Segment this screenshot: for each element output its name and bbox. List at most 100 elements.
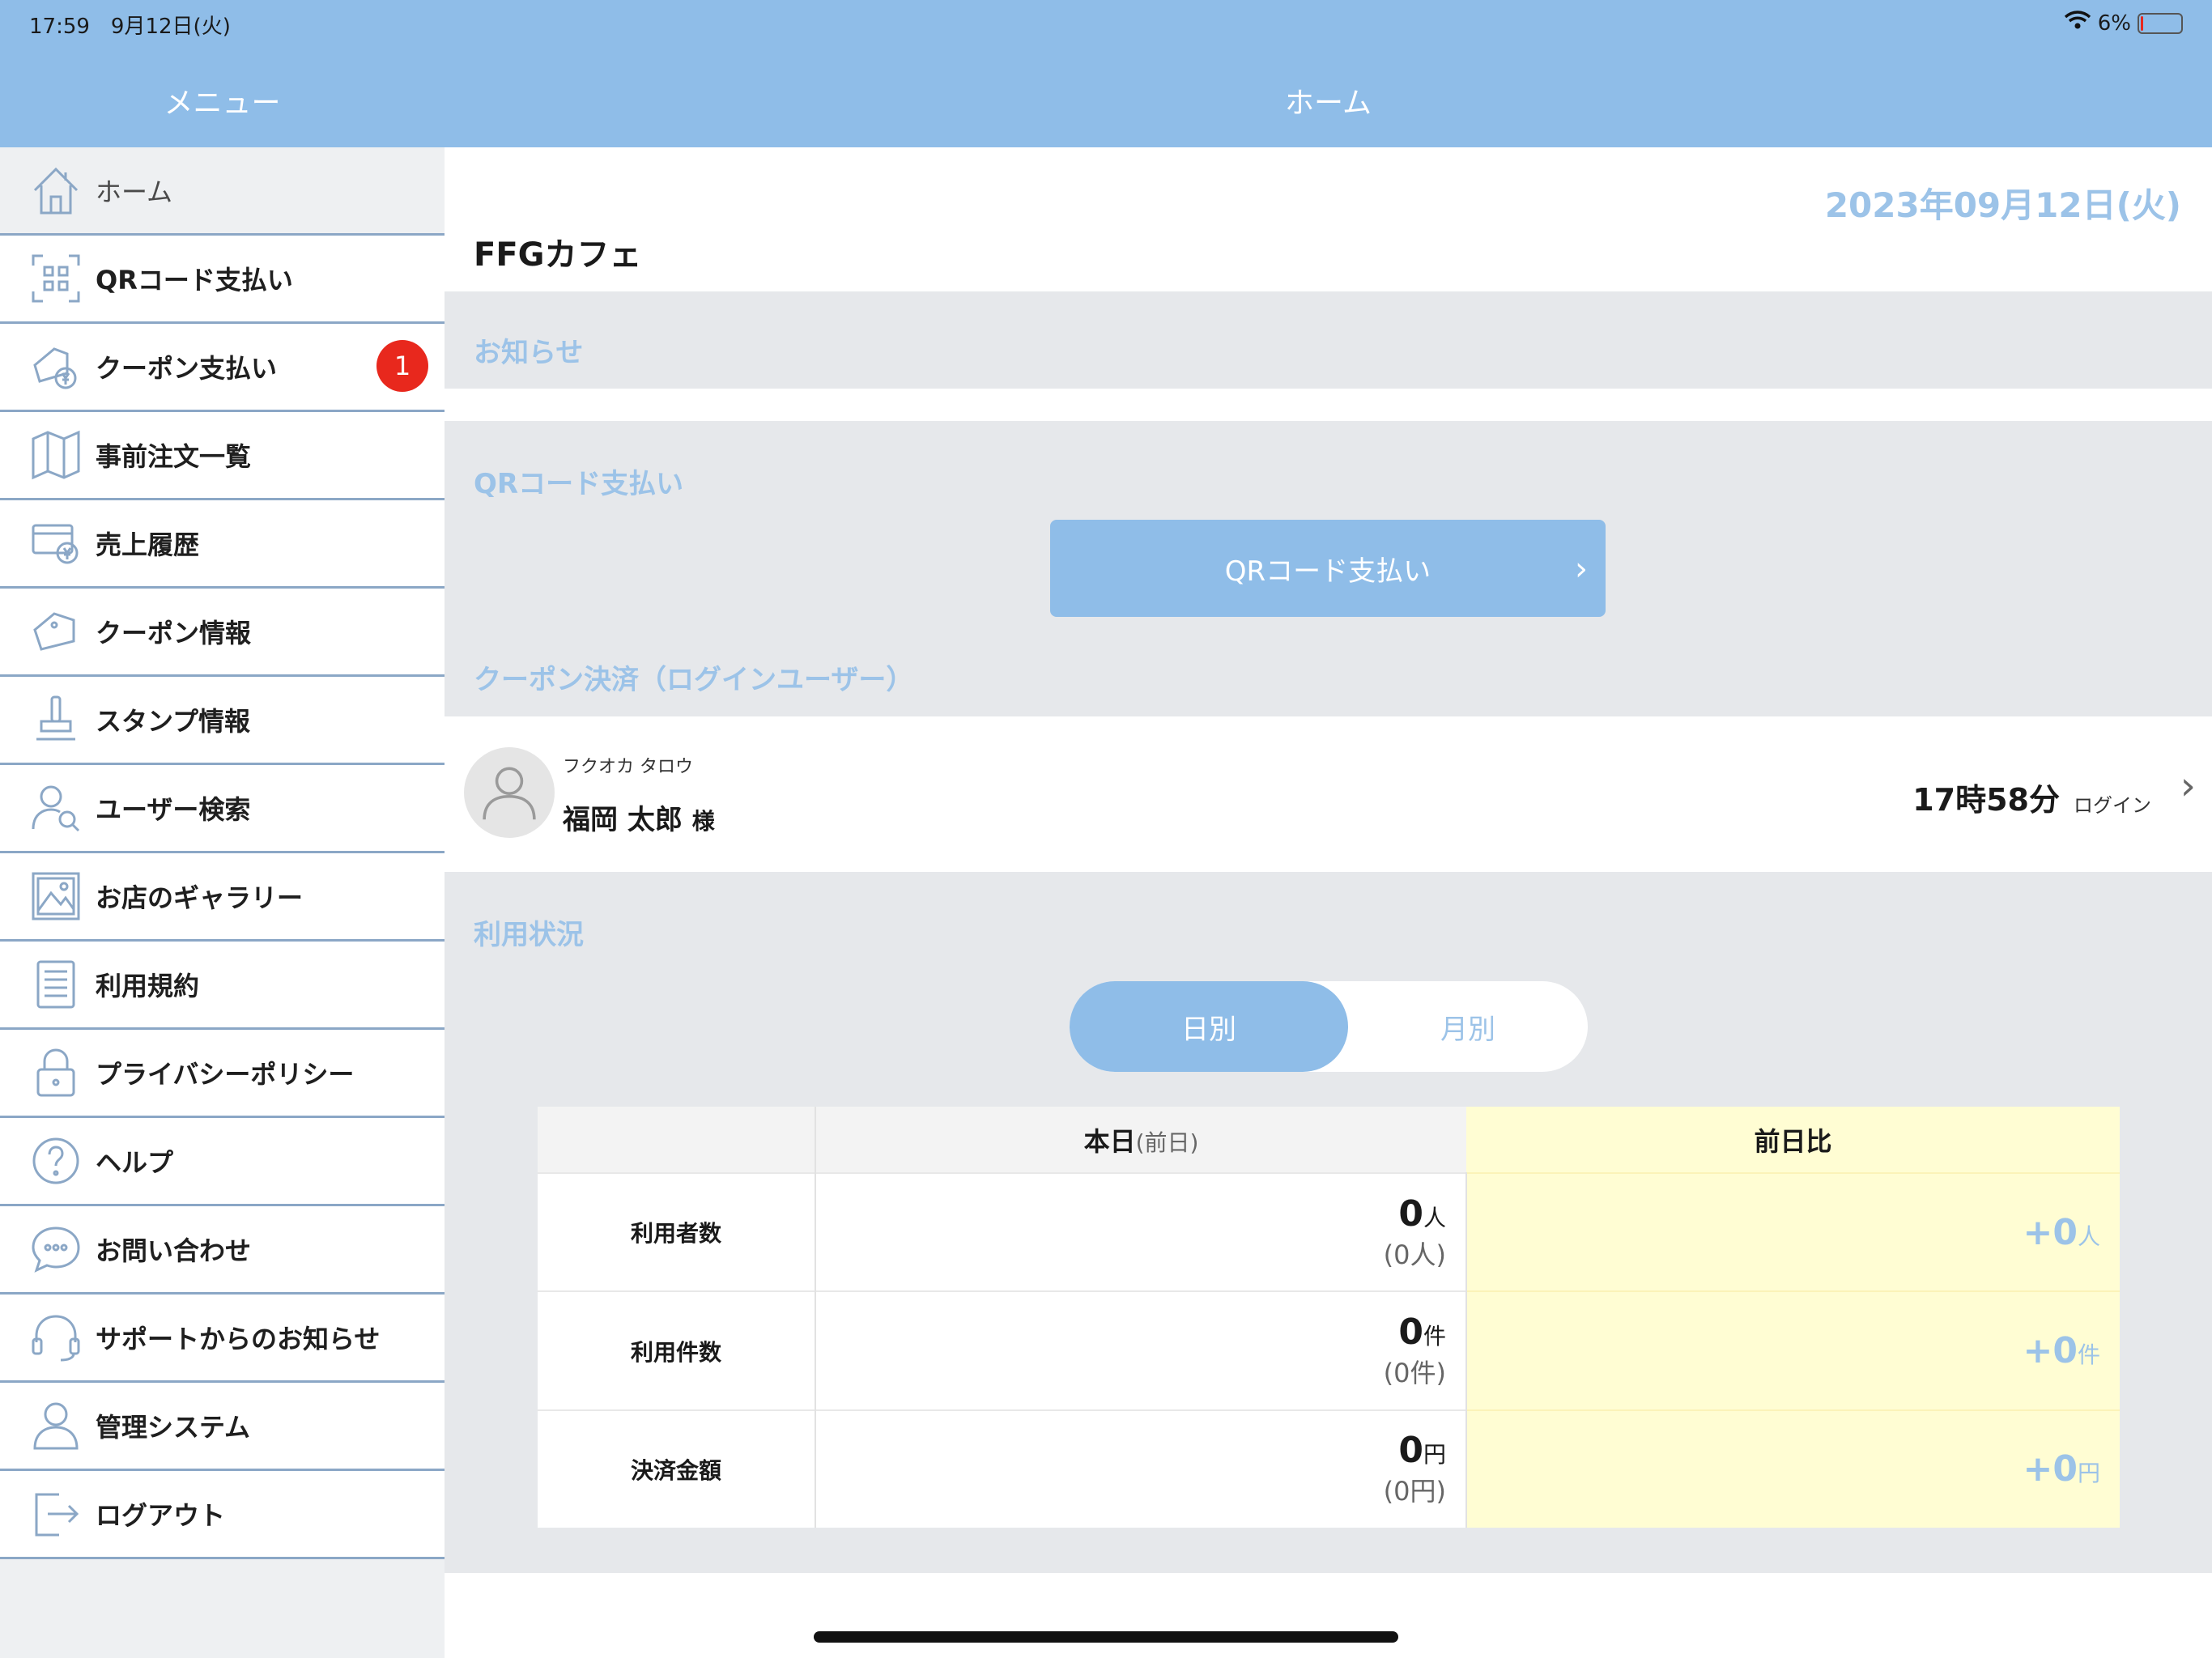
header-today-label: 本日: [1083, 1125, 1136, 1157]
qr-section-label: QRコード支払い: [474, 468, 684, 500]
login-label: ログイン: [2074, 794, 2151, 817]
qr-payment-button[interactable]: QRコード支払い ›: [1050, 520, 1606, 617]
compare-value-cell: +0円: [1466, 1409, 2120, 1528]
today-value: 0: [1398, 1192, 1423, 1235]
notice-section: お知らせ: [445, 291, 2212, 389]
sidebar-item-support-notices[interactable]: サポートからのお知らせ: [0, 1295, 445, 1383]
lock-icon: [28, 1044, 84, 1101]
user-name: 福岡 太郎 様: [563, 797, 715, 837]
prev-value: (0円): [1383, 1476, 1446, 1507]
table-header-row: 本日(前日) 前日比: [538, 1107, 2120, 1173]
sidebar-item-stamp-info[interactable]: スタンプ情報: [0, 677, 445, 765]
gallery-icon: [28, 868, 84, 925]
main-header: 6% ホーム: [445, 0, 2212, 147]
coupon-icon: [28, 603, 84, 660]
stamp-icon: [28, 691, 84, 748]
segment-monthly[interactable]: 月別: [1348, 981, 1588, 1072]
sidebar-item-qr-payment[interactable]: QRコード支払い: [0, 236, 445, 324]
logout-icon: [28, 1486, 84, 1542]
page-title: ホーム: [1285, 87, 1372, 120]
user-kana: フクオカ タロウ: [563, 757, 693, 777]
login-time: 17時58分: [1912, 782, 2060, 818]
map-icon: [28, 427, 84, 483]
shop-name: FFGカフェ: [474, 236, 642, 274]
today-value: 0: [1398, 1430, 1423, 1472]
usage-label: 利用状況: [474, 919, 584, 951]
table-header-compare: 前日比: [1466, 1107, 2120, 1173]
home-indicator[interactable]: [814, 1631, 1398, 1643]
document-icon: [28, 956, 84, 1013]
prev-value: (0件): [1383, 1358, 1446, 1389]
sidebar-item-user-search[interactable]: ユーザー検索: [0, 765, 445, 853]
sidebar-item-terms[interactable]: 利用規約: [0, 942, 445, 1030]
sidebar-item-label: お問い合わせ: [96, 1235, 252, 1266]
sidebar-item-gallery[interactable]: お店のギャラリー: [0, 853, 445, 942]
sidebar-item-contact[interactable]: お問い合わせ: [0, 1206, 445, 1295]
sidebar-item-preorders[interactable]: 事前注文一覧: [0, 412, 445, 500]
sidebar: 17:59 9月12日(火) メニュー ホーム QRコード支払い クーポン支払い…: [0, 0, 445, 1658]
today-unit: 人: [1423, 1204, 1446, 1231]
compare-value: +0: [2023, 1448, 2078, 1490]
chevron-right-icon: ›: [1575, 551, 1588, 588]
row-label: 利用者数: [538, 1171, 816, 1292]
table-row: 利用件数 0件 (0件) +0件: [538, 1290, 2120, 1410]
sidebar-item-admin-system[interactable]: 管理システム: [0, 1383, 445, 1471]
battery-icon: [2138, 12, 2183, 34]
sidebar-item-label: 利用規約: [96, 971, 200, 1001]
table-header-blank: [538, 1107, 816, 1173]
sidebar-item-label: プライバシーポリシー: [96, 1059, 355, 1090]
segment-daily[interactable]: 日別: [1070, 981, 1348, 1072]
header-prev-label: (前日): [1135, 1129, 1199, 1156]
chat-icon: [28, 1221, 84, 1278]
sidebar-item-label: 売上履歴: [96, 529, 200, 560]
table-row: 利用者数 0人 (0人) +0人: [538, 1171, 2120, 1292]
today-unit: 円: [1423, 1441, 1446, 1469]
sidebar-item-sales-history[interactable]: 売上履歴: [0, 500, 445, 589]
sidebar-item-label: ログアウト: [96, 1500, 226, 1531]
battery-level: [2141, 15, 2143, 31]
sidebar-item-label: スタンプ情報: [96, 706, 251, 737]
person-icon: [28, 1397, 84, 1454]
row-label: 決済金額: [538, 1409, 816, 1528]
sidebar-item-label: ユーザー検索: [96, 794, 251, 825]
period-segmented-control: 日別 月別: [1070, 981, 1588, 1072]
today-unit: 件: [1423, 1323, 1446, 1350]
sidebar-item-home[interactable]: ホーム: [0, 147, 445, 236]
sidebar-item-label: サポートからのお知らせ: [96, 1324, 381, 1354]
avatar: [464, 747, 555, 838]
headset-icon: [28, 1309, 84, 1366]
sidebar-item-label: 管理システム: [96, 1412, 251, 1443]
today-value-cell: 0人 (0人): [815, 1171, 1467, 1292]
qr-icon: [28, 250, 84, 307]
sidebar-item-logout[interactable]: ログアウト: [0, 1471, 445, 1559]
today-value-cell: 0円 (0円): [815, 1409, 1467, 1528]
current-date: 2023年09月12日(火): [1824, 185, 2181, 225]
sidebar-item-coupon-info[interactable]: クーポン情報: [0, 589, 445, 677]
home-icon: [28, 162, 84, 219]
qr-section: QRコード支払い QRコード支払い › クーポン決済（ログインユーザー）: [445, 421, 2212, 716]
sidebar-item-help[interactable]: ヘルプ: [0, 1118, 445, 1206]
user-honorific: 様: [691, 808, 715, 835]
chevron-right-icon: ›: [2180, 763, 2196, 809]
battery-percent: 6%: [2097, 11, 2131, 36]
sidebar-item-label: QRコード支払い: [96, 265, 293, 295]
qr-payment-button-label: QRコード支払い: [1224, 555, 1431, 588]
help-icon: [28, 1133, 84, 1189]
sidebar-item-label: お店のギャラリー: [96, 882, 304, 913]
sidebar-item-coupon-payment[interactable]: クーポン支払い 1: [0, 324, 445, 412]
compare-value: +0: [2023, 1211, 2078, 1253]
compare-unit: 人: [2077, 1222, 2100, 1250]
usage-section: 利用状況 日別 月別 本日(前日) 前日比 利用者数 0人 (0人) +0人 利用…: [445, 872, 2212, 1573]
card-yen-icon: [28, 515, 84, 572]
sidebar-item-label: 事前注文一覧: [96, 441, 252, 472]
coupon-pay-icon: [28, 338, 84, 395]
prev-value: (0人): [1383, 1239, 1446, 1270]
row-label: 利用件数: [538, 1290, 816, 1410]
usage-table: 本日(前日) 前日比 利用者数 0人 (0人) +0人 利用件数 0件 (0件) +…: [538, 1107, 2120, 1528]
compare-value-cell: +0件: [1466, 1290, 2120, 1410]
today-value: 0: [1398, 1312, 1423, 1354]
sidebar-item-privacy-policy[interactable]: プライバシーポリシー: [0, 1030, 445, 1118]
logged-in-user-row[interactable]: フクオカ タロウ 福岡 太郎 様 17時58分 ログイン ›: [445, 716, 2212, 874]
status-time: 17:59 9月12日(火): [29, 15, 231, 39]
sidebar-item-label: クーポン支払い: [96, 353, 278, 384]
